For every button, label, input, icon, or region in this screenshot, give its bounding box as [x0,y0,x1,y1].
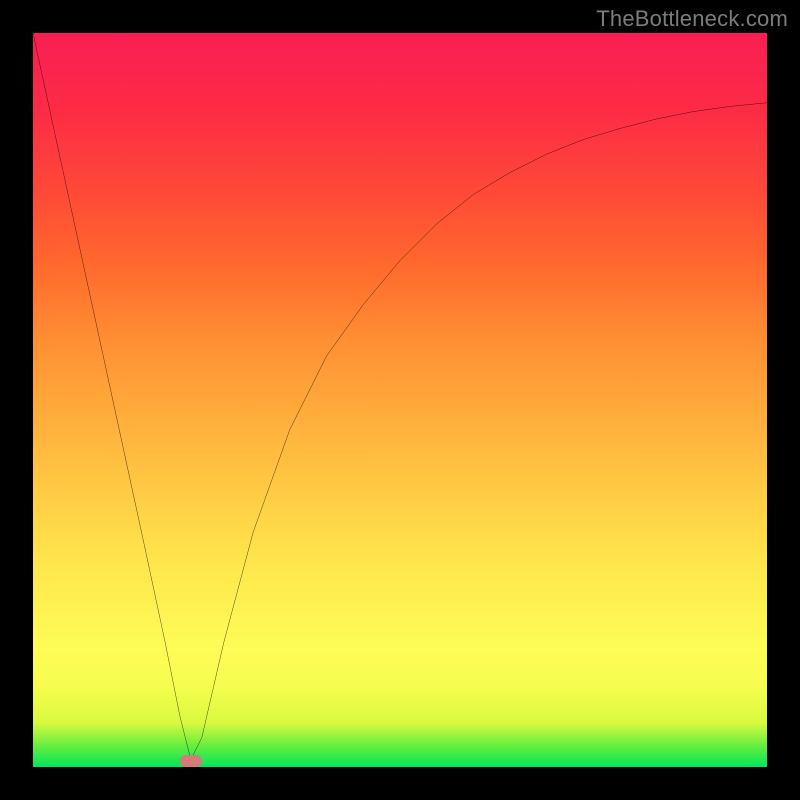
plot-area [33,33,767,767]
chart-frame: TheBottleneck.com [0,0,800,800]
minimum-marker [180,755,202,767]
bottleneck-curve [33,33,767,767]
watermark-text: TheBottleneck.com [596,6,788,32]
